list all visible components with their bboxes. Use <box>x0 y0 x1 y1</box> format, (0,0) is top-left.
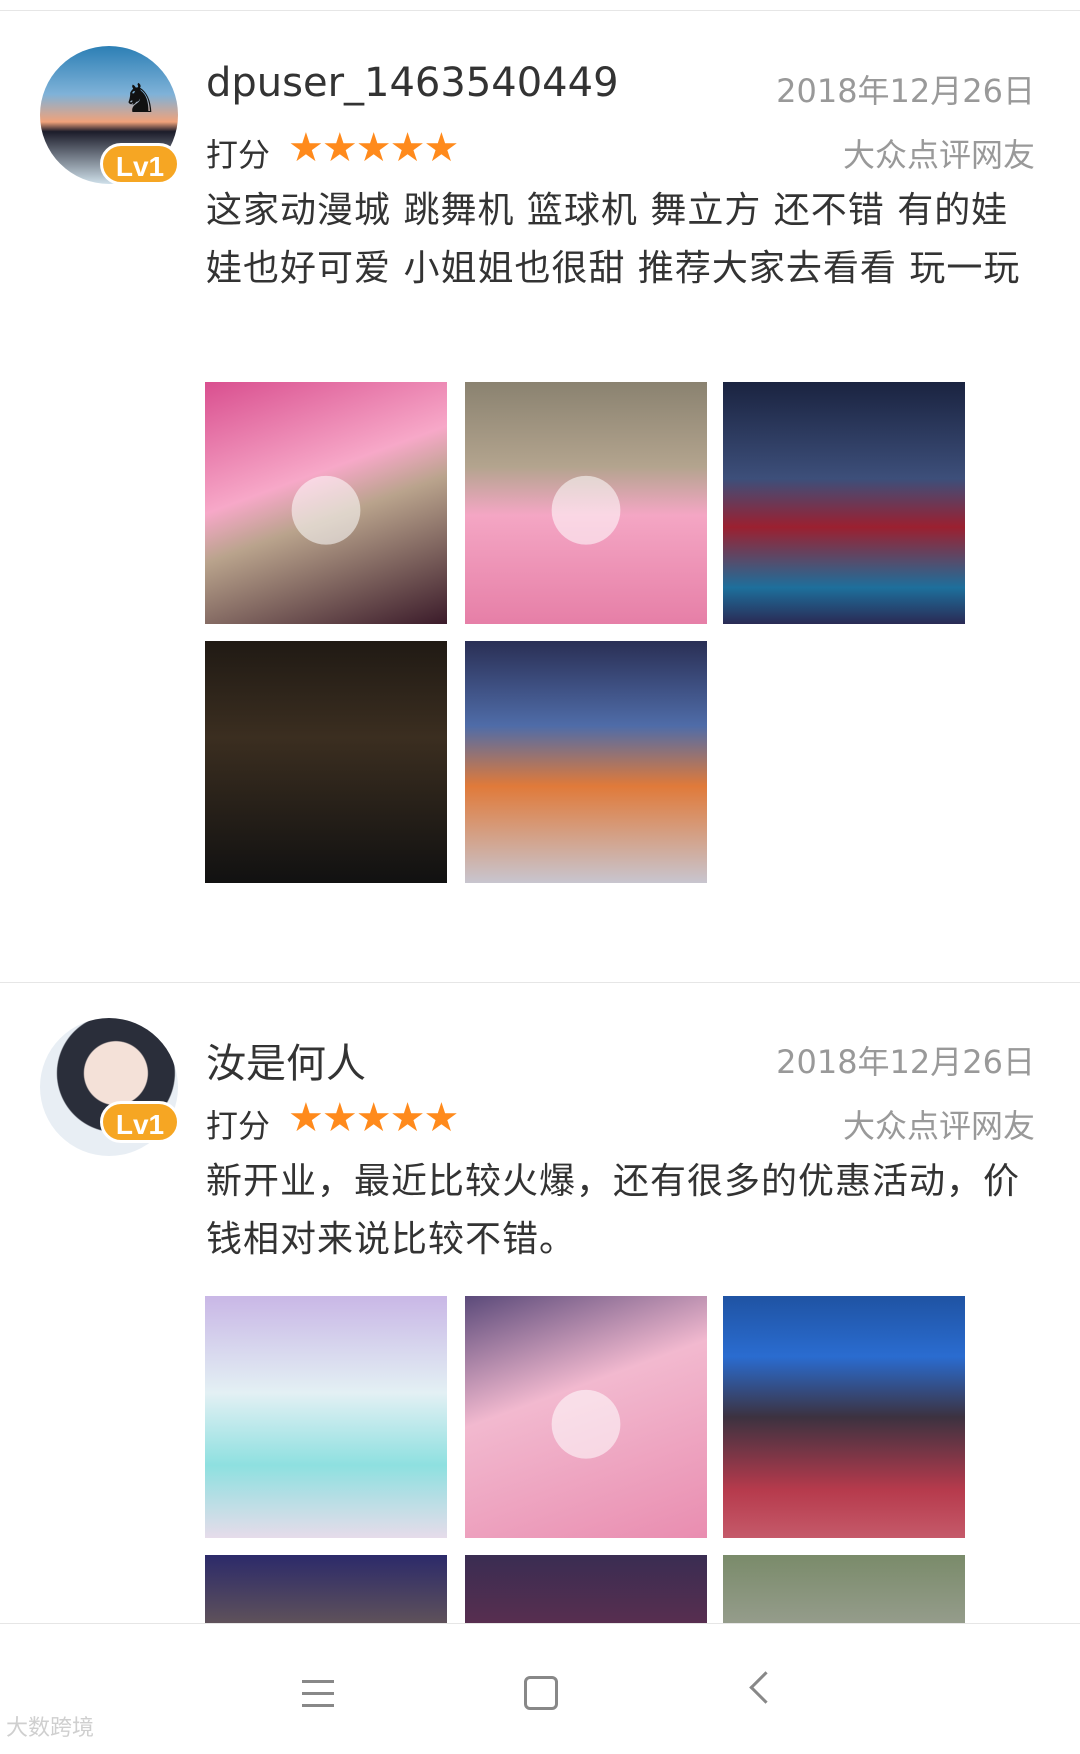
home-square <box>524 1676 558 1710</box>
star-rating: ★★★★★ <box>288 125 460 171</box>
review-photo[interactable] <box>465 1555 707 1623</box>
back-icon[interactable] <box>736 1664 796 1724</box>
star-icon: ★ <box>423 125 460 171</box>
system-nav-bar <box>0 1623 1080 1754</box>
review-photo[interactable]: ● <box>465 1296 707 1538</box>
star-icon: ★ <box>355 125 392 171</box>
rating-label: 打分 <box>206 136 271 174</box>
review-photo[interactable]: ● <box>205 382 447 624</box>
menu-line <box>302 1680 334 1683</box>
review-photo[interactable] <box>205 1296 447 1538</box>
review-photo[interactable]: ● <box>465 382 707 624</box>
username[interactable]: dpuser_1463540449 <box>206 60 619 106</box>
review-item[interactable]: ♞ Lv1 dpuser_1463540449 2018年12月26日 打分 ★… <box>0 0 1080 983</box>
review-photo[interactable] <box>723 1296 965 1538</box>
menu-line <box>302 1692 334 1695</box>
rating-label: 打分 <box>206 1107 271 1145</box>
star-icon: ★ <box>389 125 426 171</box>
review-item[interactable]: Lv1 汝是何人 2018年12月26日 打分 ★★★★★ 大众点评网友 新开业… <box>0 983 1080 1623</box>
review-source: 大众点评网友 <box>842 1107 1035 1145</box>
review-source: 大众点评网友 <box>842 136 1035 174</box>
review-photo[interactable] <box>465 641 707 883</box>
review-photo[interactable] <box>723 1555 965 1623</box>
home-icon[interactable] <box>510 1664 570 1724</box>
deer-icon: ♞ <box>122 76 158 122</box>
star-icon: ★ <box>321 125 358 171</box>
back-chevron <box>749 1671 782 1704</box>
star-icon: ★ <box>423 1095 460 1141</box>
star-icon: ★ <box>288 125 324 171</box>
star-icon: ★ <box>355 1095 392 1141</box>
plush-toy-icon: ● <box>546 450 626 556</box>
review-text: 这家动漫城 跳舞机 篮球机 舞立方 还不错 有的娃娃也好可爱 小姐姐也很甜 推荐… <box>206 190 1021 289</box>
plush-toy-icon: ● <box>286 450 366 556</box>
plush-toy-icon: ● <box>546 1364 626 1470</box>
star-rating: ★★★★★ <box>288 1095 460 1141</box>
review-photo[interactable] <box>723 382 965 624</box>
watermark: 大数跨境 <box>6 1716 95 1741</box>
star-icon: ★ <box>288 1095 324 1141</box>
star-icon: ★ <box>321 1095 358 1141</box>
level-badge: Lv1 <box>100 1101 180 1143</box>
review-date: 2018年12月26日 <box>776 72 1035 110</box>
review-photo[interactable] <box>205 641 447 883</box>
menu-icon[interactable] <box>290 1664 350 1724</box>
review-photo[interactable] <box>205 1555 447 1623</box>
level-badge: Lv1 <box>100 143 180 185</box>
star-icon: ★ <box>389 1095 426 1141</box>
review-date: 2018年12月26日 <box>776 1043 1035 1081</box>
menu-line <box>302 1704 334 1707</box>
review-text: 新开业，最近比较火爆，还有很多的优惠活动，价钱相对来说比较不错。 <box>206 1161 1021 1260</box>
username[interactable]: 汝是何人 <box>206 1031 366 1089</box>
